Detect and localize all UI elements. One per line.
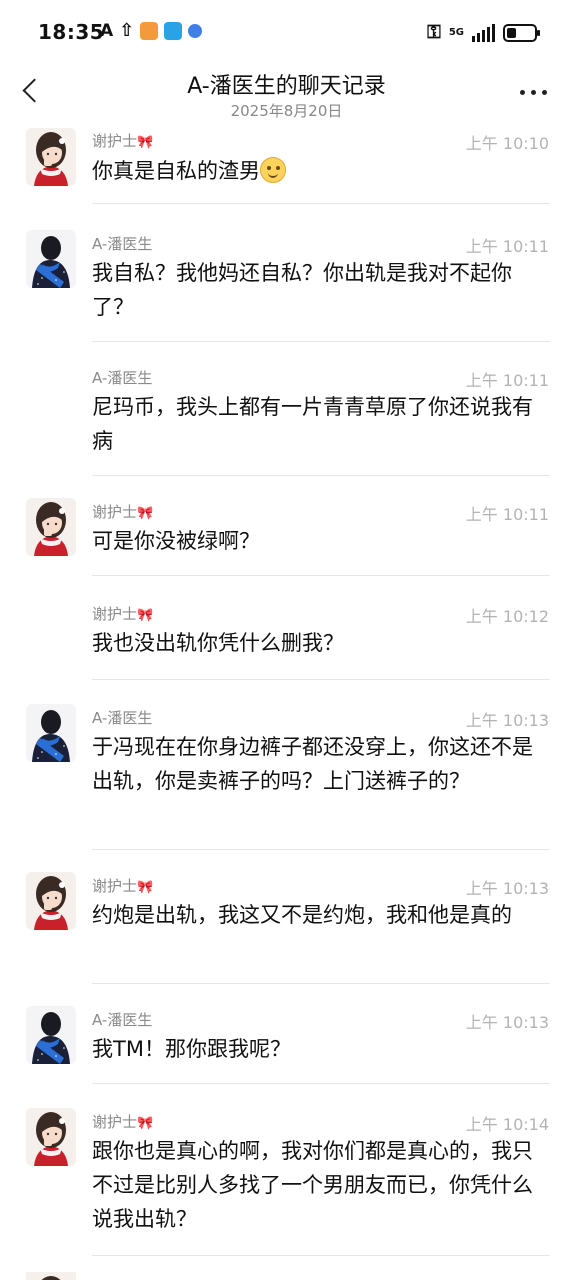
avatar[interactable] [26,230,76,288]
message-text: 我自私？我他妈还自私？你出轨是我对不起你了？ [92,261,512,319]
message-text: 于冯现在在你身边裤子都还没穿上，你这还不是出轨，你是卖裤子的吗？上门送裤子的？ [92,735,533,793]
bow-icon: 🎀 [137,506,154,521]
book-app-icon [164,22,183,40]
message-time: 上午 10:14 [465,1115,549,1134]
divider [92,575,550,576]
system-icons: ⚿ 5G [427,22,540,43]
record-date: 2025年8月20日 [230,102,343,120]
message-time: 上午 10:10 [465,134,549,153]
message-text: 尼玛币，我头上都有一片青青草原了你还说我有病 [92,395,533,453]
notification-icons: A ⇧ [100,20,203,41]
message-text: 跟你也是真心的啊，我对你们都是真心的，我只不过是比别人多找了一个男朋友而已，你凭… [92,1139,533,1231]
divider [92,679,550,680]
sender-name: 谢护士 [92,503,138,521]
divider [92,341,550,342]
avatar-partial[interactable] [26,1272,76,1280]
signal-icon [472,23,495,42]
sender-name: A-潘医生 [92,369,153,387]
message-time: 上午 10:11 [465,371,549,390]
a-icon: A [100,21,114,41]
divider [92,1255,550,1256]
status-time: 18:35 [38,20,105,44]
upload-icon: ⇧ [119,20,135,41]
key-icon: ⚿ [427,22,441,43]
bow-icon: 🎀 [137,880,154,895]
smile-emoji-icon [260,157,286,183]
sender-name: A-潘医生 [92,235,153,253]
divider [92,849,550,850]
message-time: 上午 10:11 [465,505,549,524]
sender-name: 谢护士 [92,605,138,623]
avatar[interactable] [26,872,76,930]
sender-name: 谢护士 [92,877,138,895]
message-time: 上午 10:13 [465,879,549,898]
message-text: 可是你没被绿啊？ [92,529,260,553]
message-text: 我也没出轨你凭什么删我？ [92,631,344,655]
shield-app-icon [140,22,159,40]
divider [92,983,550,984]
message-time: 上午 10:13 [465,711,549,730]
bow-icon: 🎀 [137,135,154,150]
avatar[interactable] [26,498,76,556]
message-time: 上午 10:12 [465,607,549,626]
more-options-button[interactable] [520,90,547,95]
network-label: 5G [448,27,464,38]
message-time: 上午 10:13 [465,1013,549,1032]
divider [92,203,550,204]
status-bar: 18:35 A ⇧ ⚿ 5G [0,0,573,62]
sender-name: 谢护士 [92,1113,138,1131]
divider [92,1083,550,1084]
avatar[interactable] [26,1006,76,1064]
message-text: 我TM！那你跟我呢？ [92,1037,291,1061]
avatar[interactable] [26,704,76,762]
sender-name: 谢护士 [92,132,138,150]
avatar[interactable] [26,128,76,186]
battery-icon [503,23,540,42]
sender-name: A-潘医生 [92,1011,153,1029]
divider [92,475,550,476]
ball-app-icon [188,24,203,38]
message-text: 约炮是出轨，我这又不是约炮，我和他是真的 [92,903,512,927]
message-text: 你真是自私的渣男 [92,159,260,183]
page-title: A-潘医生的聊天记录 [187,74,386,99]
sender-name: A-潘医生 [92,709,153,727]
chat-record-header: A-潘医生的聊天记录 2025年8月20日 [0,62,573,126]
message-time: 上午 10:11 [465,237,549,256]
bow-icon: 🎀 [137,1116,154,1131]
bow-icon: 🎀 [137,608,154,623]
avatar[interactable] [26,1108,76,1166]
